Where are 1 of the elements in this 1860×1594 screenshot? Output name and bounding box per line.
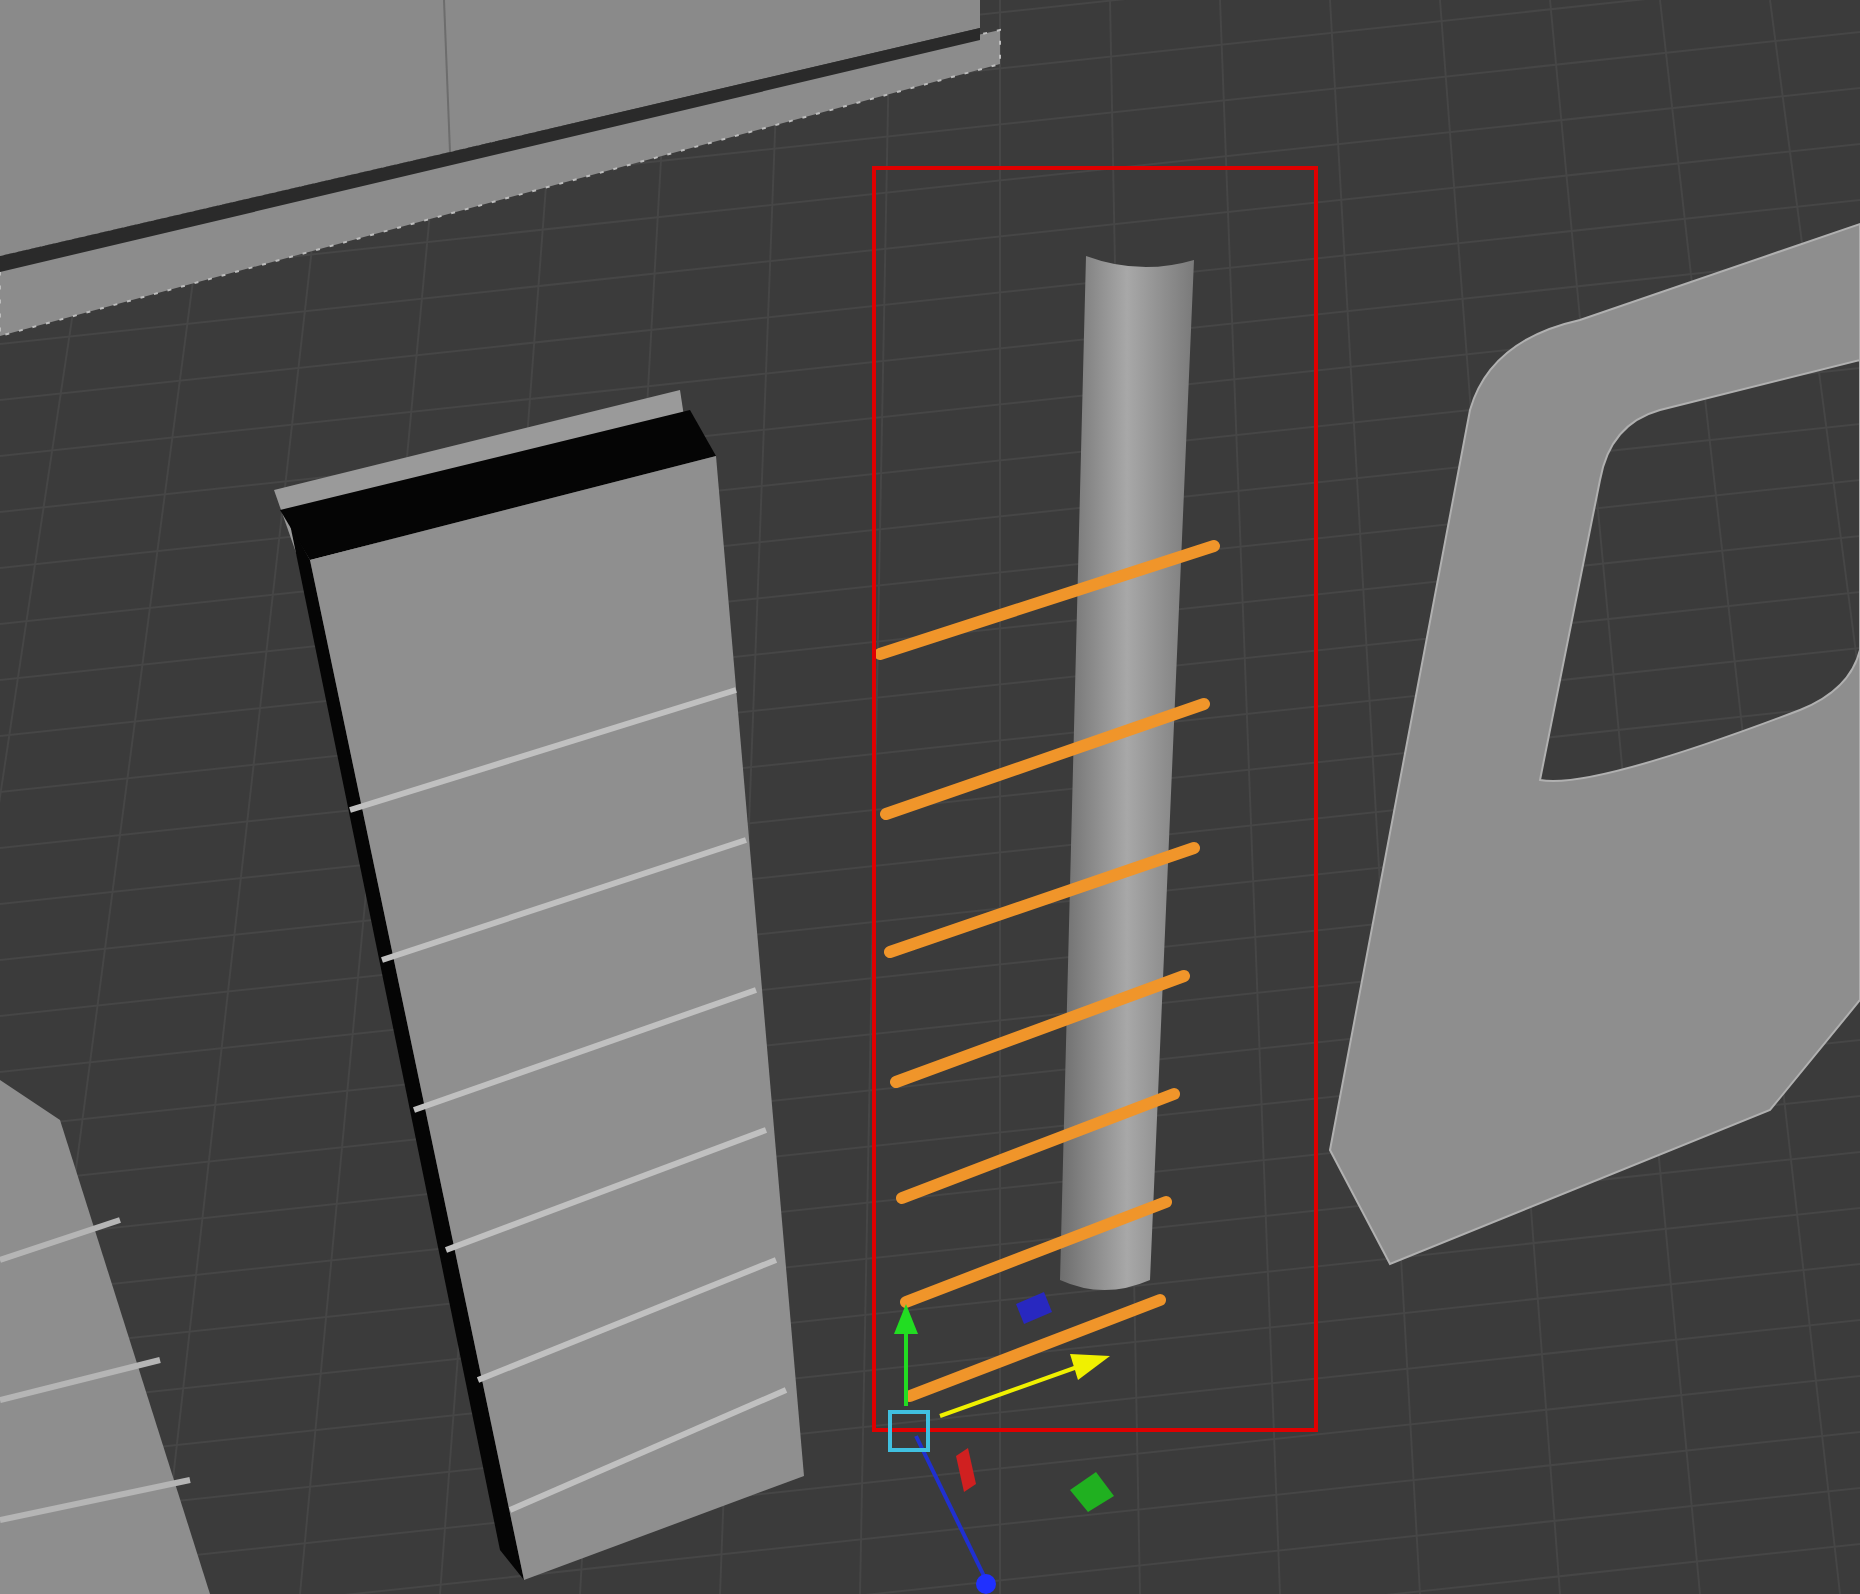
- move-gizmo-icon[interactable]: [888, 1292, 1114, 1594]
